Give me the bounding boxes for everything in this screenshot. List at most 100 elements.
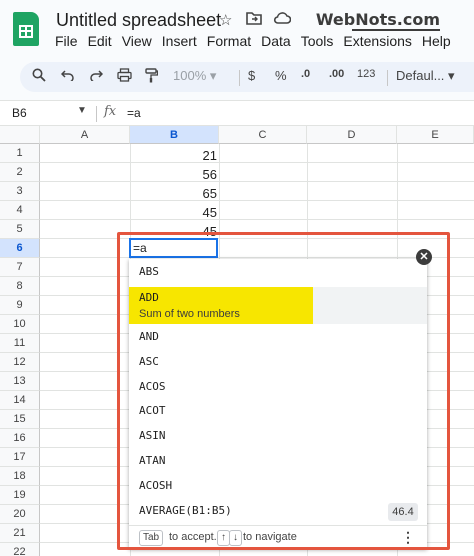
- autocomplete-item-add[interactable]: ADD Sum of two numbers: [129, 287, 427, 324]
- move-folder-icon[interactable]: [246, 11, 262, 29]
- row-divider: [40, 219, 474, 220]
- font-select[interactable]: Defaul... ▾: [396, 68, 455, 84]
- autocomplete-item-add-description: Sum of two numbers: [139, 308, 240, 320]
- active-cell-b6[interactable]: =a: [129, 238, 218, 258]
- formula-bar-divider: [96, 106, 97, 122]
- row-header-18[interactable]: 18: [0, 467, 40, 486]
- toolbar-divider: [387, 70, 388, 86]
- row-header-11[interactable]: 11: [0, 334, 40, 353]
- menu-help[interactable]: Help: [417, 33, 456, 49]
- toolbar-divider: [239, 70, 240, 86]
- column-header-b[interactable]: B: [130, 126, 219, 144]
- autocomplete-item-asin[interactable]: ASIN: [129, 423, 427, 448]
- autocomplete-item-asc[interactable]: ASC: [129, 349, 427, 374]
- row-header-4[interactable]: 4: [0, 201, 40, 220]
- column-header-d[interactable]: D: [307, 126, 397, 144]
- menu-view[interactable]: View: [117, 33, 157, 49]
- currency-format-button[interactable]: $: [248, 68, 255, 83]
- row-divider: [40, 238, 474, 239]
- row-header-2[interactable]: 2: [0, 163, 40, 182]
- autocomplete-item-atan[interactable]: ATAN: [129, 448, 427, 473]
- autocomplete-item-abs[interactable]: ABS: [129, 259, 427, 284]
- row-header-21[interactable]: 21: [0, 524, 40, 543]
- menu-tools[interactable]: Tools: [296, 33, 339, 49]
- autocomplete-item-acosh[interactable]: ACOSH: [129, 473, 427, 498]
- formula-input[interactable]: =a: [127, 106, 141, 120]
- tab-key: Tab: [139, 530, 164, 546]
- row-header-10[interactable]: 10: [0, 315, 40, 334]
- decrease-decimals-button[interactable]: .0: [301, 68, 310, 80]
- webnots-watermark: WebNots.com: [315, 10, 440, 29]
- menu-data[interactable]: Data: [256, 33, 296, 49]
- average-preview-badge: 46.4: [388, 503, 418, 521]
- paint-format-icon[interactable]: [145, 68, 159, 86]
- menu-insert[interactable]: Insert: [157, 33, 202, 49]
- print-icon[interactable]: [117, 68, 132, 85]
- row-header-3[interactable]: 3: [0, 182, 40, 201]
- menu-file[interactable]: File: [50, 33, 83, 49]
- undo-icon[interactable]: [60, 68, 75, 84]
- row-divider: [40, 200, 474, 201]
- row-header-7[interactable]: 7: [0, 258, 40, 277]
- cell-b3[interactable]: 65: [130, 186, 217, 201]
- watermark-underline: [352, 29, 440, 31]
- row-header-13[interactable]: 13: [0, 372, 40, 391]
- row-header-6[interactable]: 6: [0, 239, 40, 258]
- menu-bar: File Edit View Insert Format Data Tools …: [50, 33, 456, 49]
- row-header-8[interactable]: 8: [0, 277, 40, 296]
- row-header-17[interactable]: 17: [0, 448, 40, 467]
- percent-format-button[interactable]: %: [275, 68, 287, 83]
- row-header-15[interactable]: 15: [0, 410, 40, 429]
- select-all-corner[interactable]: [0, 126, 40, 144]
- redo-icon[interactable]: [89, 68, 104, 84]
- cell-b4[interactable]: 45: [130, 205, 217, 220]
- row-header-5[interactable]: 5: [0, 220, 40, 239]
- row-header-9[interactable]: 9: [0, 296, 40, 315]
- formula-autocomplete-popup: ABS ADD Sum of two numbers AND ASC ACOS …: [129, 259, 427, 549]
- row-header-16[interactable]: 16: [0, 429, 40, 448]
- row-header-14[interactable]: 14: [0, 391, 40, 410]
- increase-decimals-button[interactable]: .00: [329, 68, 344, 80]
- row-header-19[interactable]: 19: [0, 486, 40, 505]
- title-bar: Untitled spreadsheet ☆ WebNots.com File …: [0, 0, 474, 56]
- zoom-value: 100%: [173, 68, 207, 83]
- doc-title[interactable]: Untitled spreadsheet: [56, 10, 221, 31]
- autocomplete-item-acos[interactable]: ACOS: [129, 374, 427, 399]
- formula-bar: B6 ▼ fx =a: [0, 100, 474, 126]
- autocomplete-item-acot[interactable]: ACOT: [129, 398, 427, 423]
- fx-icon: fx: [104, 104, 117, 119]
- autocomplete-item-and[interactable]: AND: [129, 324, 427, 349]
- menu-format[interactable]: Format: [202, 33, 256, 49]
- font-value: Defaul...: [396, 68, 445, 83]
- autocomplete-footer: Tab to accept. ↑ ↓ to navigate ⋮: [129, 525, 427, 549]
- cell-b1[interactable]: 21: [130, 148, 217, 163]
- cloud-status-icon[interactable]: [273, 11, 292, 28]
- row-header-22[interactable]: 22: [0, 543, 40, 556]
- column-header-c[interactable]: C: [219, 126, 307, 144]
- search-menus-icon[interactable]: [32, 68, 46, 85]
- star-icon[interactable]: ☆: [219, 11, 232, 29]
- autocomplete-item-average[interactable]: AVERAGE(B1:B5): [129, 498, 427, 523]
- column-header-a[interactable]: A: [40, 126, 130, 144]
- column-header-e[interactable]: E: [397, 126, 474, 144]
- name-box-dropdown-icon[interactable]: ▼: [77, 105, 87, 116]
- down-arrow-key: ↓: [229, 530, 242, 546]
- menu-extensions[interactable]: Extensions: [338, 33, 416, 49]
- zoom-select[interactable]: 100% ▾: [173, 68, 216, 84]
- close-icon[interactable]: ✕: [416, 249, 432, 265]
- row-header-12[interactable]: 12: [0, 353, 40, 372]
- cell-b5[interactable]: 45: [130, 224, 217, 239]
- more-formats-button[interactable]: 123: [357, 68, 375, 80]
- cell-b2[interactable]: 56: [130, 167, 217, 182]
- name-box[interactable]: B6: [12, 106, 27, 120]
- row-header-20[interactable]: 20: [0, 505, 40, 524]
- row-divider: [40, 162, 474, 163]
- navigate-hint: to navigate: [243, 531, 297, 543]
- menu-edit[interactable]: Edit: [83, 33, 117, 49]
- accept-hint: to accept.: [169, 531, 217, 543]
- more-options-icon[interactable]: ⋮: [401, 529, 415, 546]
- row-divider: [40, 257, 474, 258]
- row-header-1[interactable]: 1: [0, 144, 40, 163]
- sheets-logo-icon[interactable]: [13, 12, 39, 46]
- row-divider: [40, 181, 474, 182]
